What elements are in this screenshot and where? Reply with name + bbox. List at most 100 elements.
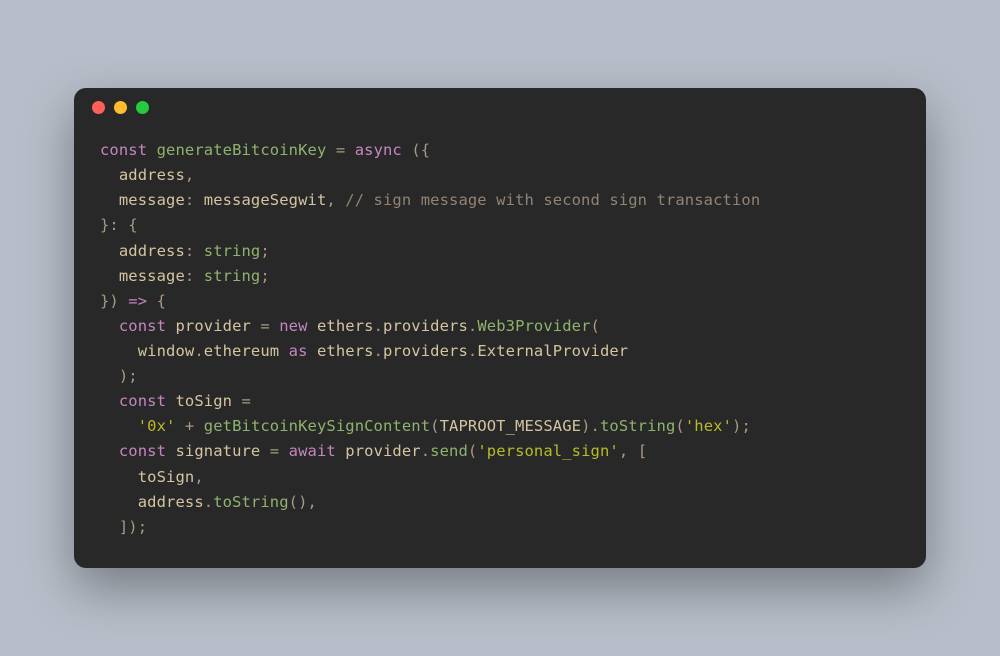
code-token: toString [600, 417, 675, 435]
code-token: // sign message with second sign transac… [345, 191, 760, 209]
code-token: string [204, 242, 261, 260]
code-token: ( [430, 417, 439, 435]
code-token: (), [289, 493, 317, 511]
code-token: 'hex' [685, 417, 732, 435]
code-token: generateBitcoinKey [157, 141, 327, 159]
code-token [345, 141, 354, 159]
code-token: provider [166, 317, 260, 335]
code-token: ( [591, 317, 600, 335]
code-token: ethers [308, 342, 374, 360]
code-token: address [100, 166, 185, 184]
code-token: { [147, 292, 166, 310]
code-token: ]); [100, 518, 147, 536]
code-token: '0x' [138, 417, 176, 435]
code-line: address.toString(), [100, 490, 900, 515]
code-token: : [185, 191, 204, 209]
code-token: address [100, 493, 204, 511]
code-token: . [204, 493, 213, 511]
code-token: ethereum [204, 342, 289, 360]
code-token: : [185, 267, 204, 285]
code-token: ; [260, 242, 269, 260]
code-token [100, 417, 138, 435]
code-token: providers [383, 317, 468, 335]
code-token: send [430, 442, 468, 460]
code-token: toSign [100, 468, 194, 486]
code-token [100, 442, 119, 460]
code-token: as [289, 342, 308, 360]
code-token: = [336, 141, 345, 159]
code-line: address: string; [100, 239, 900, 264]
code-token: = [260, 317, 279, 335]
code-token: message [100, 267, 185, 285]
code-line: const signature = await provider.send('p… [100, 439, 900, 464]
code-token: provider [336, 442, 421, 460]
code-line: message: string; [100, 264, 900, 289]
code-token: . [421, 442, 430, 460]
code-token: address [100, 242, 185, 260]
code-line: message: messageSegwit, // sign message … [100, 188, 900, 213]
code-token: await [289, 442, 336, 460]
code-line: const generateBitcoinKey = async ({ [100, 138, 900, 163]
code-token: messageSegwit [204, 191, 327, 209]
code-token: => [128, 292, 147, 310]
code-token: ; [260, 267, 269, 285]
code-token: . [374, 342, 383, 360]
code-token: }) [100, 292, 128, 310]
minimize-icon[interactable] [114, 101, 127, 114]
code-token: . [374, 317, 383, 335]
code-token: window [100, 342, 194, 360]
code-token [175, 417, 184, 435]
code-area: const generateBitcoinKey = async ({ addr… [74, 126, 926, 568]
zoom-icon[interactable] [136, 101, 149, 114]
code-line: toSign, [100, 465, 900, 490]
code-token [100, 392, 119, 410]
code-token: ethers [308, 317, 374, 335]
code-token [326, 141, 335, 159]
code-token [100, 317, 119, 335]
code-token: const [100, 141, 147, 159]
code-token: toSign [166, 392, 241, 410]
code-token: const [119, 317, 166, 335]
code-token: toString [213, 493, 288, 511]
code-token: 'personal_sign' [477, 442, 618, 460]
code-token: = [270, 442, 289, 460]
code-token: . [468, 342, 477, 360]
code-token: , [185, 166, 194, 184]
code-token [402, 141, 411, 159]
code-token: . [468, 317, 477, 335]
code-token: const [119, 442, 166, 460]
code-token: ); [100, 367, 138, 385]
code-token: ); [732, 417, 751, 435]
code-token: : [185, 242, 204, 260]
code-line: }: { [100, 213, 900, 238]
code-token: , [326, 191, 345, 209]
code-token: signature [166, 442, 270, 460]
code-line: window.ethereum as ethers.providers.Exte… [100, 339, 900, 364]
code-token: string [204, 267, 261, 285]
titlebar [74, 88, 926, 126]
code-token: ExternalProvider [477, 342, 628, 360]
close-icon[interactable] [92, 101, 105, 114]
code-token: }: { [100, 216, 138, 234]
code-line: const provider = new ethers.providers.We… [100, 314, 900, 339]
code-token: async [355, 141, 402, 159]
code-line: ]); [100, 515, 900, 540]
code-token: new [279, 317, 307, 335]
code-token: ). [581, 417, 600, 435]
code-window: const generateBitcoinKey = async ({ addr… [74, 88, 926, 568]
code-line: }) => { [100, 289, 900, 314]
code-token: , [194, 468, 203, 486]
code-token: const [119, 392, 166, 410]
code-token: ( [675, 417, 684, 435]
code-token: message [100, 191, 185, 209]
code-token: Web3Provider [477, 317, 590, 335]
code-token: providers [383, 342, 468, 360]
code-line: ); [100, 364, 900, 389]
code-token: ( [468, 442, 477, 460]
code-token: = [242, 392, 251, 410]
code-line: const toSign = [100, 389, 900, 414]
code-token: TAPROOT_MESSAGE [440, 417, 581, 435]
code-token [147, 141, 156, 159]
code-token: , [ [619, 442, 647, 460]
code-line: address, [100, 163, 900, 188]
